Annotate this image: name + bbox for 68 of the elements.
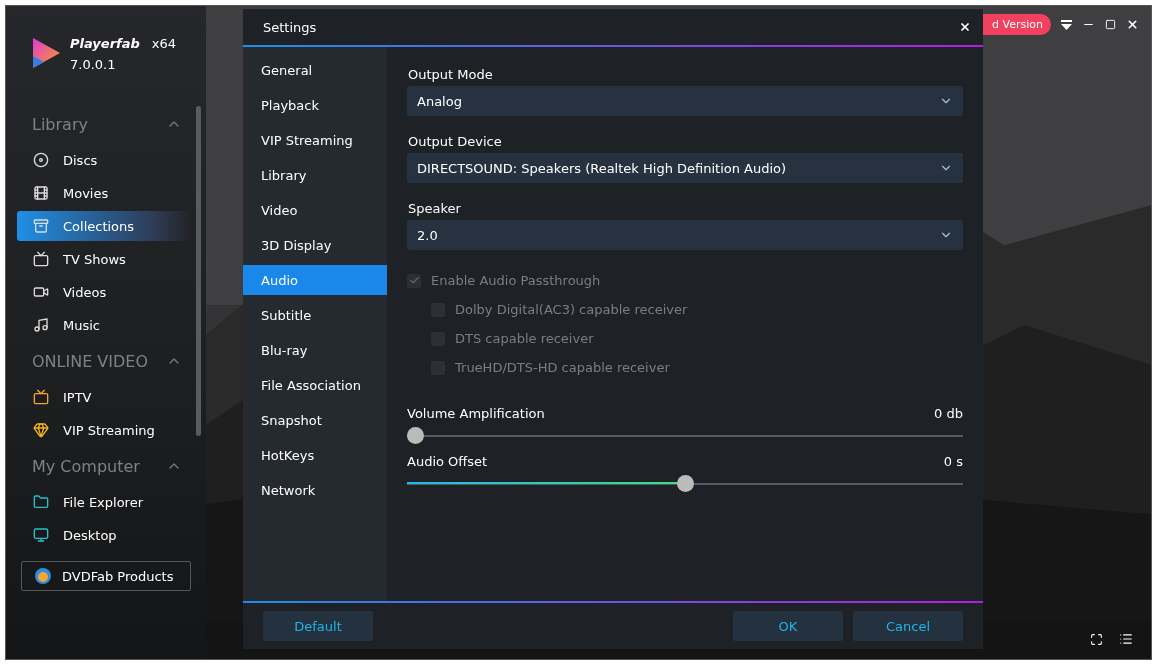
mascot-icon [34, 567, 52, 585]
checkbox-label: DTS capable receiver [455, 331, 594, 346]
dialog-button[interactable]: OK [733, 611, 843, 641]
app-version: 7.0.0.1 [70, 57, 117, 72]
dialog-button[interactable]: Cancel [853, 611, 963, 641]
section-title: My Computer [32, 456, 140, 476]
field-label: Speaker [408, 201, 462, 216]
settings-nav-item[interactable]: Audio [243, 265, 387, 295]
sidebar-item[interactable]: Collections [17, 211, 192, 241]
sidebar-item[interactable]: Discs [17, 145, 192, 175]
settings-nav-item[interactable]: Subtitle [243, 300, 387, 330]
field-label: Output Device [408, 134, 503, 149]
dropdown-field[interactable]: 2.0 [407, 220, 963, 250]
dialog-button[interactable]: Default [263, 611, 373, 641]
folder-icon [33, 494, 49, 510]
settings-nav-item[interactable]: General [243, 55, 387, 85]
settings-nav-item[interactable]: HotKeys [243, 440, 387, 470]
video-camera-icon [33, 284, 49, 300]
slider-thumb[interactable] [676, 475, 694, 492]
tv-icon [33, 251, 49, 267]
tv-icon [33, 389, 49, 405]
field-label: Output Mode [408, 67, 494, 82]
disc-icon [33, 152, 49, 168]
fullscreen-icon[interactable] [1090, 632, 1103, 646]
dropdown-field[interactable]: DIRECTSOUND: Speakers (Realtek High Definition Audio) [407, 153, 963, 183]
sidebar-item[interactable]: Movies [17, 178, 192, 208]
slider-label: Volume Amplification [407, 406, 545, 421]
logo-icon [30, 36, 62, 70]
dropdown-menu-icon[interactable] [1061, 19, 1072, 30]
sidebar-item[interactable]: IPTV [17, 382, 192, 412]
sidebar-item[interactable]: Desktop [17, 520, 192, 550]
settings-nav-item[interactable]: Blu-ray [243, 335, 387, 365]
settings-nav-item[interactable]: Playback [243, 90, 387, 120]
playlist-icon[interactable] [1119, 632, 1133, 646]
music-note-icon [33, 317, 49, 333]
section-title: Library [32, 114, 88, 134]
gem-icon [33, 422, 49, 438]
checkbox-label: Enable Audio Passthrough [431, 273, 601, 288]
app-arch: x64 [151, 36, 177, 51]
app-name: Playerfab [70, 36, 140, 51]
checkbox-label: TrueHD/DTS-HD capable receiver [455, 360, 670, 375]
dropdown-field[interactable]: Analog [407, 86, 963, 116]
close-icon[interactable] [959, 21, 971, 33]
monitor-icon [33, 527, 49, 543]
checkbox-label: Dolby Digital(AC3) capable receiver [455, 302, 688, 317]
close-icon[interactable] [1126, 18, 1139, 31]
section-title: ONLINE VIDEO [32, 351, 149, 371]
settings-nav-item[interactable]: Snapshot [243, 405, 387, 435]
slider-label: Audio Offset [407, 454, 488, 469]
film-reel-icon [33, 185, 49, 201]
sidebar-item[interactable]: TV Shows [17, 244, 192, 274]
box-icon [33, 218, 49, 234]
sidebar-item[interactable]: VIP Streaming [17, 415, 192, 445]
sidebar-item[interactable]: Music [17, 310, 192, 340]
settings-nav-item[interactable]: Video [243, 195, 387, 225]
maximize-icon[interactable] [1105, 19, 1116, 30]
settings-nav-item[interactable]: Library [243, 160, 387, 190]
slider-reading: 0 s [943, 454, 963, 469]
sidebar-item[interactable]: File Explorer [17, 487, 192, 517]
dialog-title: Settings [263, 19, 317, 35]
settings-nav-item[interactable]: Network [243, 475, 387, 505]
settings-nav-item[interactable]: 3D Display [243, 230, 387, 260]
slider-reading: 0 db [934, 406, 963, 421]
settings-nav-item[interactable]: VIP Streaming [243, 125, 387, 155]
settings-nav-item[interactable]: File Association [243, 370, 387, 400]
slider-thumb[interactable] [407, 427, 424, 444]
sidebar-item[interactable]: Videos [17, 277, 192, 307]
products-button[interactable]: DVDFab Products [21, 561, 191, 591]
